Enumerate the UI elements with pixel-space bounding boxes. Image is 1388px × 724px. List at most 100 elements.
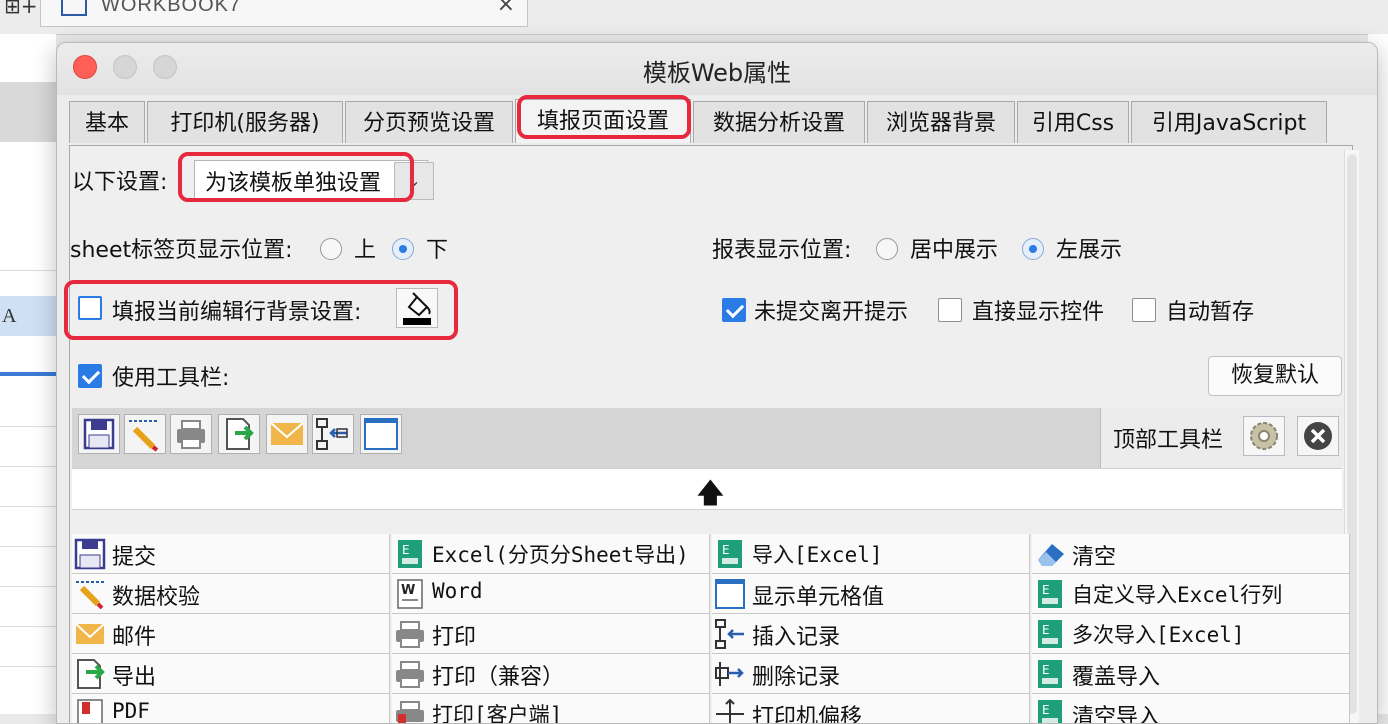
gridline <box>0 426 56 427</box>
paint-bucket-button[interactable] <box>396 288 438 328</box>
toolbar-button-option[interactable]: 删除记录 <box>712 654 1030 694</box>
toolbar-button-option[interactable]: W Word <box>392 574 710 614</box>
export-icon <box>74 658 106 690</box>
workbook-tab[interactable]: WORKBOOK7 × <box>40 0 528 27</box>
sheet-position-label: sheet标签页显示位置: <box>70 238 293 263</box>
tab-javascript[interactable]: 引用JavaScript <box>1131 101 1327 143</box>
add-workbook-icon[interactable]: ⊞+ <box>4 0 38 18</box>
toolbar-button-option-label: 打印[客户端] <box>432 703 563 724</box>
toolbar-button-option-label: 删除记录 <box>752 665 841 690</box>
svg-text:E: E <box>722 543 730 557</box>
verify-icon[interactable] <box>124 414 166 454</box>
save-icon <box>74 538 106 570</box>
mail-icon[interactable] <box>266 414 308 454</box>
close-circle-icon <box>1304 422 1332 450</box>
toolbar-button-option-label: 自定义导入Excel行列 <box>1072 583 1283 607</box>
gridline <box>0 546 56 547</box>
toolbar-button-option[interactable]: 打印[客户端] <box>392 694 710 724</box>
spreadsheet-left-area: A <box>0 34 56 714</box>
settings-scope-select[interactable]: 为该模板单独设置 <box>194 160 428 200</box>
dialog-titlebar[interactable]: 模板Web属性 <box>57 43 1377 95</box>
paint-bucket-icon <box>403 292 431 325</box>
show-widget-checkbox[interactable] <box>938 298 962 322</box>
toolbar-settings-button[interactable] <box>1243 416 1285 456</box>
report-position-center-label: 居中展示 <box>910 238 999 263</box>
chevron-down-icon[interactable]: ⌄ <box>394 162 434 200</box>
use-toolbar-checkbox[interactable] <box>78 364 102 388</box>
tab-basic[interactable]: 基本 <box>69 101 145 143</box>
sheet-position-bottom-radio[interactable] <box>392 238 414 260</box>
save-icon[interactable] <box>78 414 120 454</box>
excel-icon: E <box>1034 578 1066 610</box>
toolbar-button-option-label: 覆盖导入 <box>1072 665 1161 690</box>
toolbar-button-option[interactable]: E 覆盖导入 <box>1032 654 1350 694</box>
toolbar-button-option[interactable]: 打印 <box>392 614 710 654</box>
report-position-center-radio[interactable] <box>876 238 898 260</box>
toolbar-button-option[interactable]: 数据校验 <box>72 574 390 614</box>
excel-icon: E <box>394 538 426 570</box>
tab-css[interactable]: 引用Css <box>1017 101 1129 143</box>
gridline <box>0 586 56 587</box>
tab-fill-page-settings[interactable]: 填报页面设置 <box>515 99 691 143</box>
toolbar-button-option[interactable]: 打印机偏移 <box>712 694 1030 723</box>
settings-scope-value: 为该模板单独设置 <box>205 171 382 196</box>
row-background-checkbox[interactable] <box>78 296 102 320</box>
autosave-checkbox[interactable] <box>1132 298 1156 322</box>
svg-text:E: E <box>402 543 410 557</box>
toolbar-button-option[interactable]: 邮件 <box>72 614 390 654</box>
show-cell-value-icon[interactable] <box>360 414 402 454</box>
toolbar-button-option-label: Excel(分页分Sheet导出) <box>432 543 689 567</box>
settings-label: 以下设置: <box>72 170 168 195</box>
gridline <box>0 666 56 667</box>
app-tab-bar: ⊞+ WORKBOOK7 × <box>0 0 1388 35</box>
fill-page-settings-panel: 以下设置: 为该模板单独设置 ⌄ sheet标签页显示位置: 上 下 报表显示位… <box>64 145 1359 724</box>
tab-printer-server[interactable]: 打印机(服务器) <box>147 101 343 143</box>
report-position-left-radio[interactable] <box>1022 238 1044 260</box>
toolbar-button-option[interactable]: E 自定义导入Excel行列 <box>1032 574 1350 614</box>
toolbar-button-option[interactable]: 打印（兼容） <box>392 654 710 694</box>
toolbar-button-option[interactable]: E 导入[Excel] <box>712 534 1030 574</box>
svg-text:E: E <box>1042 663 1050 677</box>
excel-icon: E <box>1034 618 1066 650</box>
eraser-icon <box>1034 538 1066 570</box>
toolbar-button-option[interactable]: 导出 <box>72 654 390 694</box>
insert-record-icon[interactable] <box>312 414 354 454</box>
unsubmitted-warning-checkbox[interactable] <box>722 298 746 322</box>
export-icon[interactable] <box>218 414 260 454</box>
toolbar-button-option-label: 清空 <box>1072 545 1117 570</box>
toolbar-button-option-label: 提交 <box>112 545 157 570</box>
printer-offset-icon <box>714 698 746 723</box>
close-tab-icon[interactable]: × <box>497 0 515 17</box>
row-background-label: 填报当前编辑行背景设置: <box>112 300 362 325</box>
toolbar-button-option-label: 邮件 <box>112 625 157 650</box>
toolbar-button-option[interactable]: E 清空导入 <box>1032 694 1350 723</box>
tab-data-analysis[interactable]: 数据分析设置 <box>693 101 865 143</box>
toolbar-button-option[interactable]: 提交 <box>72 534 390 574</box>
excel-icon: E <box>714 538 746 570</box>
toolbar-remove-button[interactable] <box>1297 416 1339 456</box>
svg-text:E: E <box>1042 583 1050 597</box>
web-properties-dialog: 模板Web属性 基本 打印机(服务器) 分页预览设置 填报页面设置 数据分析设置… <box>56 42 1378 724</box>
unsubmitted-warning-label: 未提交离开提示 <box>754 300 909 325</box>
sheet-position-top-label: 上 <box>354 238 377 263</box>
toolbar-button-option[interactable]: 清空 <box>1032 534 1350 574</box>
report-position-label: 报表显示位置: <box>712 238 852 263</box>
toolbar-button-option[interactable]: E Excel(分页分Sheet导出) <box>392 534 710 574</box>
toolbar-button-option[interactable]: E 多次导入[Excel] <box>1032 614 1350 654</box>
toolbar-button-option[interactable]: 插入记录 <box>712 614 1030 654</box>
sheet-position-top-radio[interactable] <box>320 238 342 260</box>
ruler <box>0 82 56 142</box>
sheet-position-bottom-label: 下 <box>426 238 449 263</box>
tab-pagination-preview[interactable]: 分页预览设置 <box>345 101 513 143</box>
restore-default-button[interactable]: 恢复默认 <box>1208 356 1342 396</box>
toolbar-button-option[interactable]: 显示单元格值 <box>712 574 1030 614</box>
gridline <box>0 466 56 467</box>
column-header-a[interactable]: A <box>0 296 56 336</box>
tab-browser-background[interactable]: 浏览器背景 <box>867 101 1015 143</box>
up-arrow-icon[interactable]: 🡅 <box>696 472 725 520</box>
toolbar-button-option[interactable]: PDF <box>72 694 390 723</box>
print-client-icon <box>394 698 426 723</box>
show-widget-label: 直接显示控件 <box>972 300 1105 325</box>
print-icon[interactable] <box>170 414 212 454</box>
verify-icon <box>74 578 106 610</box>
